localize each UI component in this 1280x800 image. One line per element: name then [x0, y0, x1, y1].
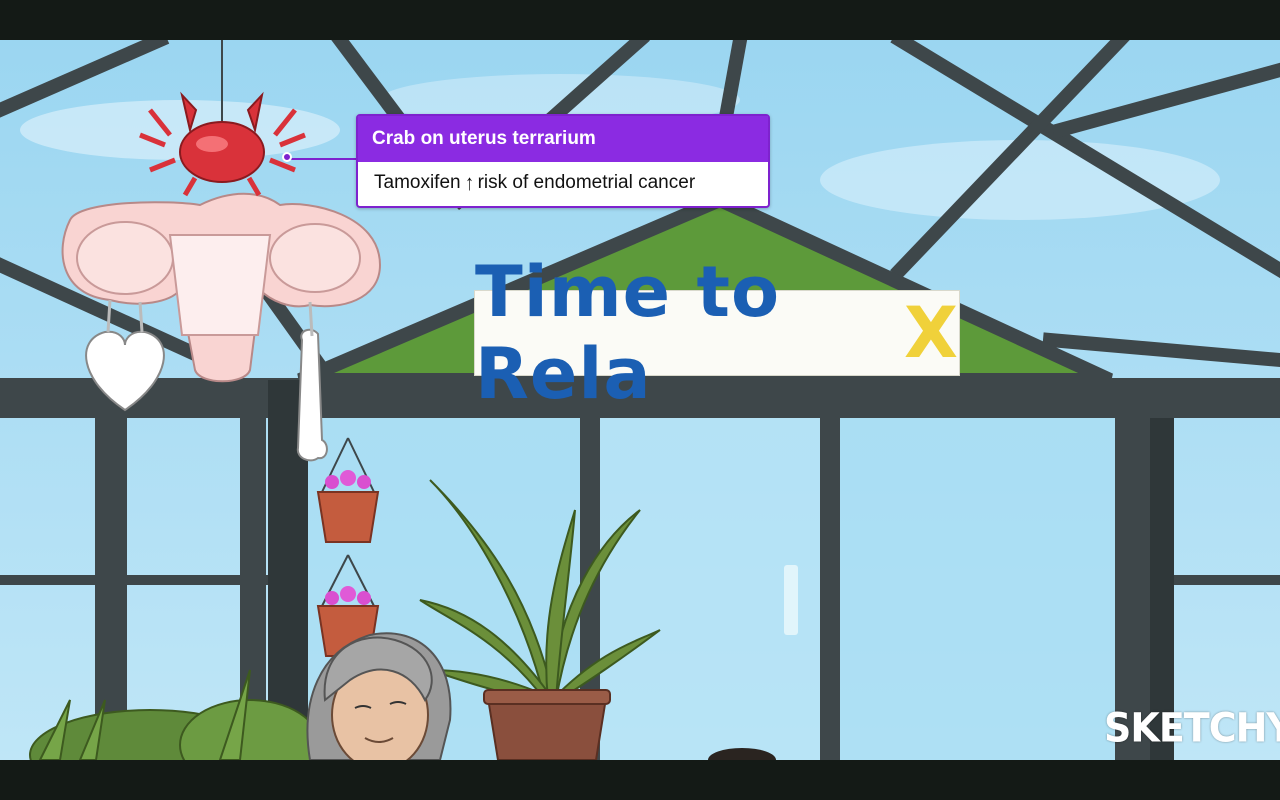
letterbox-top	[0, 0, 1280, 40]
callout-anchor-dot[interactable]	[282, 152, 292, 162]
callout-title: Crab on uterus terrarium	[358, 116, 768, 162]
callout-body: Tamoxifen ↑ risk of endometrial cancer	[358, 162, 768, 206]
sign-x-letter: X	[904, 292, 959, 374]
callout-effect: risk of endometrial cancer	[477, 172, 696, 193]
annotation-callout[interactable]: Crab on uterus terrarium Tamoxifen ↑ ris…	[356, 114, 770, 208]
letterbox-bottom	[0, 760, 1280, 800]
sketchy-logo: SKETCHY	[1104, 704, 1280, 752]
up-arrow-icon: ↑	[464, 170, 474, 195]
callout-drug: Tamoxifen	[374, 172, 461, 193]
sign-text: Time to Rela	[475, 251, 781, 415]
time-to-relax-sign: Time to Rela X	[474, 251, 960, 415]
callout-leader-line	[288, 158, 356, 160]
